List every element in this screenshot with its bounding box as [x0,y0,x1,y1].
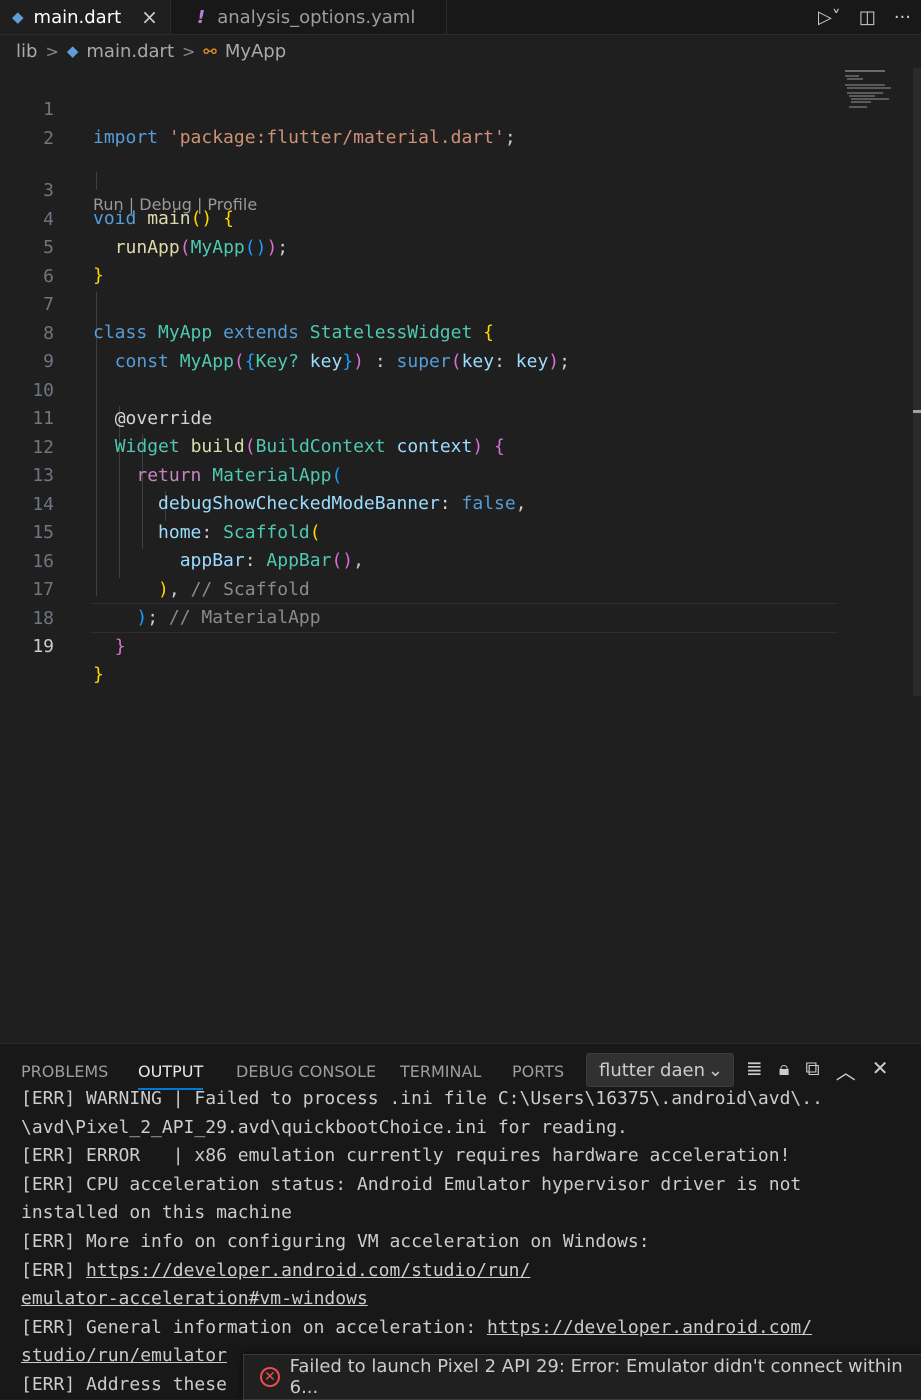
code-line: 10 @override [0,349,921,429]
minimap[interactable] [845,70,891,110]
minimap-line [847,92,883,94]
code-editor[interactable]: 1 import 'package:flutter/material.dart'… [0,68,921,1043]
output-line: [ERR] More info on configuring VM accele… [21,1231,650,1252]
code-line: 9 [0,320,921,372]
minimap-line [849,106,867,108]
clear-output-icon[interactable]: ≣ [746,1056,763,1085]
close-icon[interactable]: ✕ [872,1056,889,1085]
token: } [93,664,104,685]
output-line: emulator-acceleration#vm-windows [21,1285,368,1314]
minimap-line [845,75,859,77]
output-link[interactable]: emulator-acceleration#vm-windows [21,1288,368,1309]
minimap-line [845,70,885,72]
tab-label: analysis_options.yaml [217,6,416,28]
token: import [93,127,159,148]
class-icon: ⚯ [203,41,217,61]
minimap-line [845,84,885,86]
tab-label: main.dart [33,6,122,28]
code-line: 6 [0,235,921,287]
minimap-line [849,95,875,97]
breadcrumb-file[interactable]: main.dart [86,41,174,62]
breadcrumb-class[interactable]: MyApp [225,41,286,62]
chevron-right-icon: > [45,41,59,61]
minimap-line [847,87,891,89]
output-channel-select[interactable]: flutter daen ⌄ [586,1053,734,1087]
output-link[interactable]: https://developer.android.com/studio/run… [86,1260,530,1281]
code-line: 14 home: Scaffold( [0,463,921,543]
output-line: [ERR] https://developer.android.com/stud… [21,1257,530,1286]
chevron-right-icon: > [182,41,196,61]
tab-terminal[interactable]: TERMINAL [400,1060,481,1084]
output-line: [ERR] WARNING | Failed to process .ini f… [21,1088,823,1109]
output-line: [ERR] Address these [21,1374,227,1395]
log-prefix: [ERR] [21,1259,87,1281]
notification-message: Failed to launch Pixel 2 API 29: Error: … [289,1356,903,1398]
output-line: [ERR] ERROR | x86 emulation currently re… [21,1145,791,1167]
breadcrumb-lib[interactable]: lib [16,41,37,62]
code-line: 13 debugShowCheckedModeBanner: false, [0,434,921,514]
code-line: 18 } [0,577,921,657]
dart-icon: ◆ [12,8,24,26]
editor-actions: ▷˅ ◫ ··· [818,0,921,34]
tab-ports[interactable]: PORTS [512,1060,564,1084]
warning-icon: ! [197,6,206,28]
run-debug-icon[interactable]: ▷˅ [818,7,841,28]
code-line: 5 } [0,206,921,286]
output-line: studio/run/emulator [21,1342,227,1371]
editor-scrollbar[interactable] [913,68,921,696]
tab-output[interactable]: OUTPUT [138,1060,204,1090]
token: 'package:flutter/material.dart' [168,127,505,148]
code-line: 4 runApp(MyApp()); [0,178,921,258]
code-line: 11 Widget build(BuildContext context) { [0,377,921,457]
code-line-current: 19 } [0,605,921,685]
lock-icon[interactable]: 🔒︎ [779,1056,790,1085]
code-line: 3 void main() { [0,149,921,229]
log-prefix: [ERR] General information on acceleratio… [21,1316,487,1338]
split-editor-icon[interactable]: ◫ [859,7,876,28]
dart-icon: ◆ [66,42,79,60]
error-icon: ✕ [260,1367,280,1387]
error-notification[interactable]: ✕ Failed to launch Pixel 2 API 29: Error… [243,1354,921,1400]
code-line: 1 import 'package:flutter/material.dart'… [0,68,921,148]
output-link[interactable]: https://developer.android.com/ [487,1317,812,1338]
line-number: 19 [32,636,54,657]
panel-actions: ≣ 🔒︎ ⧉ ︿ ✕ [746,1056,888,1085]
breadcrumb: lib > ◆ main.dart > ⚯ MyApp [16,38,286,64]
token: ; [504,127,516,148]
tab-debug-console[interactable]: DEBUG CONSOLE [236,1060,376,1084]
minimap-line [851,98,889,100]
output-line: [ERR] CPU acceleration status: Android E… [21,1173,802,1195]
minimap-line [851,101,871,103]
output-line: installed on this machine [21,1202,292,1224]
code-line: 8 const MyApp({Key? key}) : super(key: k… [0,292,921,372]
output-log[interactable]: [ERR] WARNING | Failed to process .ini f… [0,1086,921,1399]
code-line: 16 ), // Scaffold [0,520,921,600]
chevron-down-icon: ⌄ [707,1060,723,1081]
output-line: [ERR] General information on acceleratio… [21,1314,812,1343]
code-line: 2 [0,97,921,149]
bottom-panel: PROBLEMS OUTPUT DEBUG CONSOLE TERMINAL P… [0,1043,921,1399]
code-line: 17 ); // MaterialApp [0,548,921,628]
tab-main-dart[interactable]: ◆ main.dart × [0,0,171,34]
output-channel-value: flutter daen [599,1060,705,1081]
scrollbar-cursor-marker [913,410,921,413]
chevron-up-icon[interactable]: ︿ [836,1056,856,1085]
code-line: 7 class MyApp extends StatelessWidget { [0,263,921,343]
tab-problems[interactable]: PROBLEMS [21,1060,108,1084]
token: } [114,635,126,657]
open-in-editor-icon[interactable]: ⧉ [805,1056,819,1085]
tab-analysis-options[interactable]: ! analysis_options.yaml [171,0,447,34]
more-actions-icon[interactable]: ··· [894,7,911,28]
code-line: 15 appBar: AppBar(), [0,491,921,571]
output-line: \avd\Pixel_2_API_29.avd\quickbootChoice.… [21,1116,628,1138]
close-icon[interactable]: × [141,5,158,29]
output-link[interactable]: studio/run/emulator [21,1345,227,1366]
editor-tab-bar: ◆ main.dart × ! analysis_options.yaml ▷˅… [0,0,921,35]
minimap-line [847,78,863,80]
code-line: 12 return MaterialApp( [0,406,921,486]
